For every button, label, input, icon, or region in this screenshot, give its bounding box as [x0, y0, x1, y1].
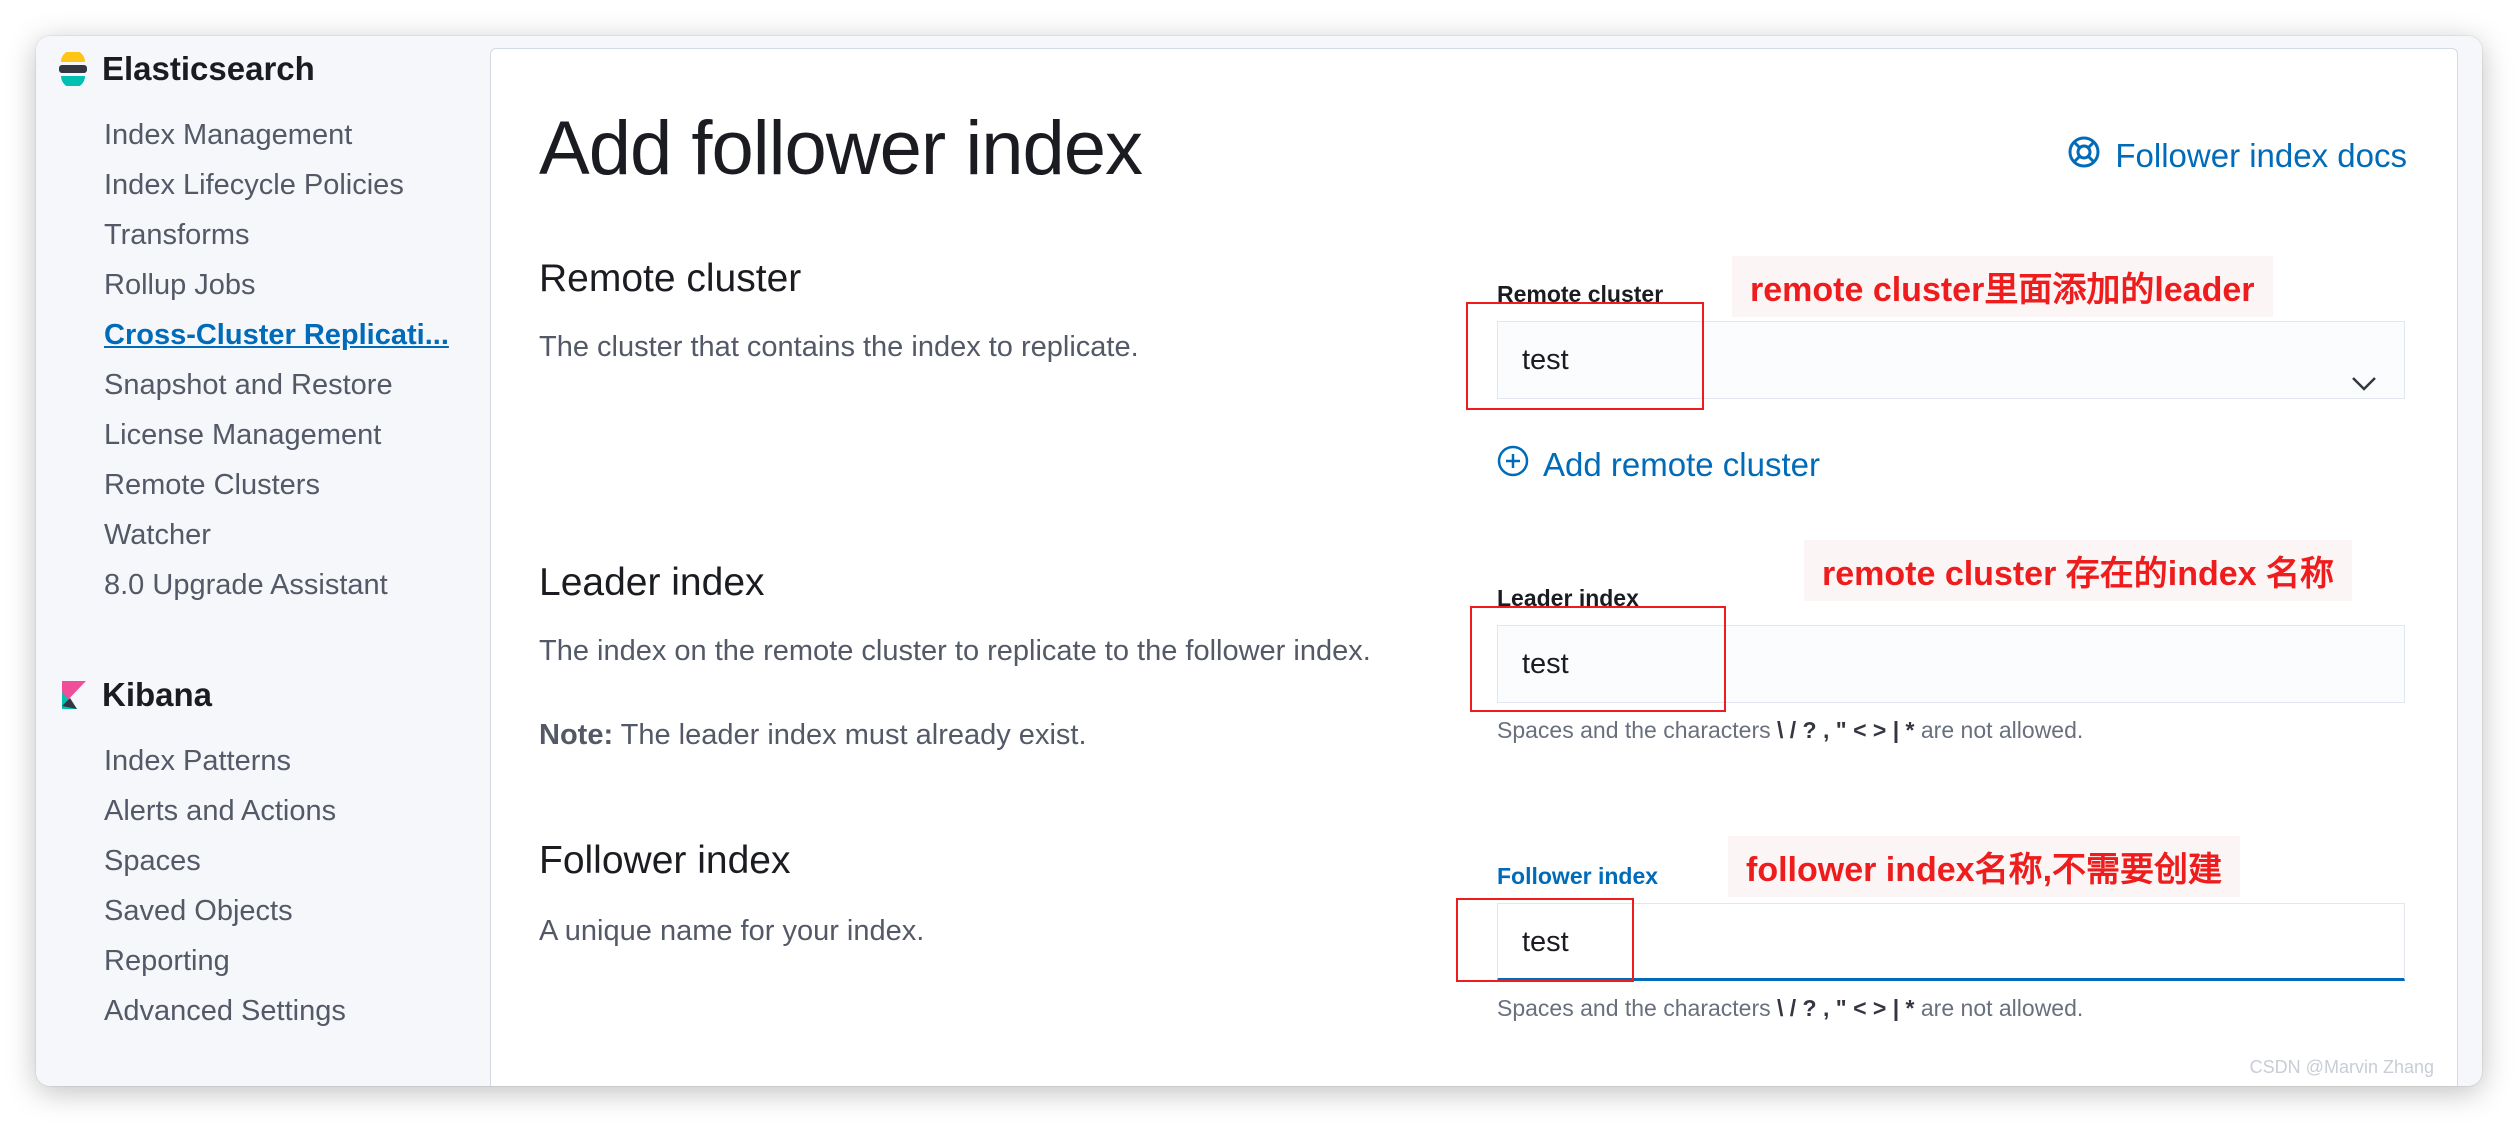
remote-cluster-description: The cluster that contains the index to r…: [539, 331, 1139, 363]
help-chars: \ / ? , " < > | *: [1777, 717, 1915, 743]
help-prefix: Spaces and the characters: [1497, 717, 1771, 743]
follower-index-label: Follower index: [1497, 863, 1659, 889]
remote-cluster-title: Remote cluster: [539, 257, 802, 300]
annotation-box-remote-cluster: [1466, 302, 1704, 410]
sidebar-item-spaces[interactable]: Spaces: [104, 836, 346, 886]
sidebar: Elasticsearch Index Management Index Life…: [36, 36, 488, 1086]
annotation-box-leader-index: [1470, 606, 1726, 712]
help-suffix: are not allowed.: [1920, 995, 2084, 1021]
leader-index-help: Spaces and the characters \ / ? , " < > …: [1497, 717, 2083, 744]
sidebar-item-index-patterns[interactable]: Index Patterns: [104, 736, 346, 786]
leader-index-title: Leader index: [539, 561, 765, 604]
note-label: Note:: [539, 719, 614, 751]
sidebar-item-watcher[interactable]: Watcher: [104, 510, 449, 560]
sidebar-item-rollup-jobs[interactable]: Rollup Jobs: [104, 260, 449, 310]
elasticsearch-logo-icon: [56, 50, 90, 88]
sidebar-item-index-management[interactable]: Index Management: [104, 110, 449, 160]
follower-index-help: Spaces and the characters \ / ? , " < > …: [1497, 995, 2083, 1022]
add-remote-cluster-link[interactable]: Add remote cluster: [1497, 445, 1820, 485]
follower-index-description: A unique name for your index.: [539, 915, 925, 947]
annotation-box-follower-index: [1456, 898, 1634, 982]
sidebar-item-alerts-and-actions[interactable]: Alerts and Actions: [104, 786, 346, 836]
elasticsearch-nav-list: Index Management Index Lifecycle Policies…: [104, 110, 449, 610]
kibana-section-header: Kibana: [56, 676, 212, 714]
follower-index-docs-link[interactable]: Follower index docs: [2067, 135, 2407, 177]
kibana-nav-list: Index Patterns Alerts and Actions Spaces Sa…: [104, 736, 346, 1036]
help-prefix: Spaces and the characters: [1497, 995, 1771, 1021]
plus-in-circle-icon: [1497, 445, 1543, 485]
note-text: The leader index must already exist.: [620, 719, 1087, 751]
sidebar-item-8-0-upgrade-assistant[interactable]: 8.0 Upgrade Assistant: [104, 560, 449, 610]
sidebar-item-snapshot-and-restore[interactable]: Snapshot and Restore: [104, 360, 449, 410]
sidebar-item-transforms[interactable]: Transforms: [104, 210, 449, 260]
help-chars: \ / ? , " < > | *: [1777, 995, 1915, 1021]
follower-index-title: Follower index: [539, 839, 791, 882]
annotation-remote-cluster: remote cluster里面添加的leader: [1732, 256, 2273, 317]
docs-link-label: Follower index docs: [2115, 137, 2407, 174]
leader-index-description: The index on the remote cluster to repli…: [539, 635, 1371, 667]
annotation-follower-index: follower index名称,不需要创建: [1728, 836, 2241, 897]
annotation-leader-index: remote cluster 存在的index 名称: [1804, 540, 2353, 601]
sidebar-item-index-lifecycle-policies[interactable]: Index Lifecycle Policies: [104, 160, 449, 210]
sidebar-item-remote-clusters[interactable]: Remote Clusters: [104, 460, 449, 510]
sidebar-item-saved-objects[interactable]: Saved Objects: [104, 886, 346, 936]
help-suffix: are not allowed.: [1920, 717, 2084, 743]
leader-index-note: Note: The leader index must already exis…: [539, 719, 1087, 752]
sidebar-item-reporting[interactable]: Reporting: [104, 936, 346, 986]
sidebar-item-license-management[interactable]: License Management: [104, 410, 449, 460]
watermark: CSDN @Marvin Zhang: [2249, 1057, 2434, 1077]
chevron-down-icon: [2350, 348, 2378, 424]
add-remote-cluster-label: Add remote cluster: [1543, 446, 1820, 483]
elasticsearch-section-header: Elasticsearch: [56, 50, 315, 88]
kibana-section-title: Kibana: [102, 676, 213, 713]
elasticsearch-section-title: Elasticsearch: [102, 50, 315, 87]
sidebar-item-cross-cluster-replicati[interactable]: Cross-Cluster Replicati...: [104, 310, 449, 360]
app-window: Elasticsearch Index Management Index Life…: [36, 36, 2482, 1086]
kibana-logo-icon: [56, 678, 90, 712]
lifebuoy-icon: [2067, 135, 2115, 177]
sidebar-item-advanced-settings[interactable]: Advanced Settings: [104, 986, 346, 1036]
page-title: Add follower index: [539, 106, 1143, 191]
